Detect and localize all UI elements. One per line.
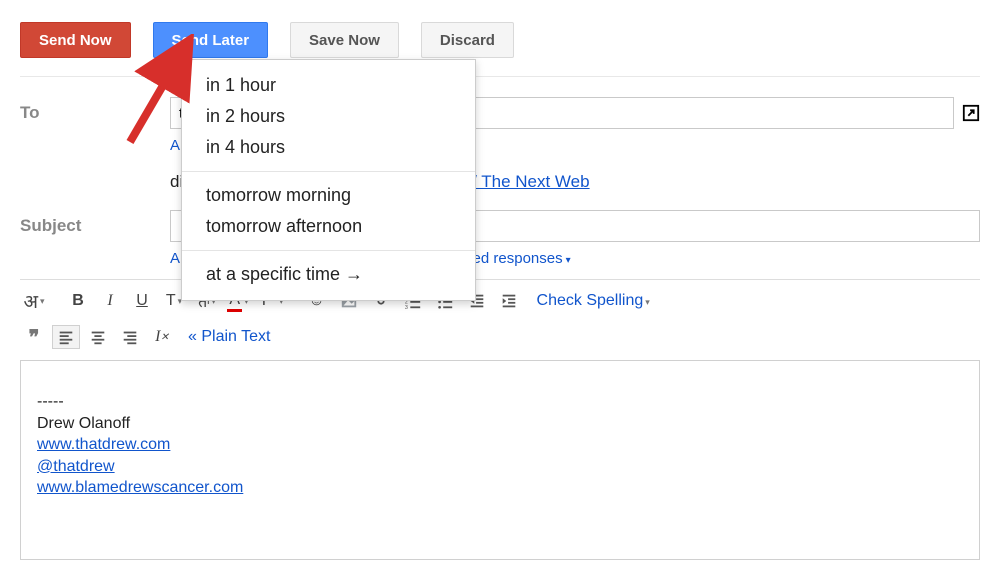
underline-button[interactable]: U [128,288,156,314]
remove-formatting-icon[interactable]: I✕ [148,324,176,350]
divider [20,76,980,77]
dd-in-2-hours[interactable]: in 2 hours [182,101,475,132]
subject-label: Subject [20,216,170,236]
signature-name: Drew Olanoff [37,413,963,435]
compose-body[interactable]: ----- Drew Olanoff www.thatdrew.com @tha… [20,360,980,560]
format-toolbar-2: ❞ I✕ « Plain Text [20,320,980,360]
dd-tomorrow-morning[interactable]: tomorrow morning [182,180,475,211]
dd-in-4-hours[interactable]: in 4 hours [182,132,475,163]
italic-button[interactable]: I [96,288,124,314]
check-spelling-link[interactable]: Check Spelling [537,292,650,310]
send-now-button[interactable]: Send Now [20,22,131,58]
discard-button[interactable]: Discard [421,22,514,58]
bold-button[interactable]: B [64,288,92,314]
compose-toolbar: Send Now Send Later Save Now Discard [0,0,1000,76]
format-toolbar: अ B I U T तT A T ☺ 123 Check Spelling [20,279,980,320]
subject-row: Subject [20,210,980,242]
dd-tomorrow-afternoon[interactable]: tomorrow afternoon [182,211,475,242]
dd-specific-time[interactable]: at a specific time → [182,259,475,290]
compose-form: To A ding: Martin Bryant Brad McCarty Ze… [0,76,1000,560]
svg-text:3: 3 [404,305,407,310]
dd-separator [182,171,475,172]
input-tools-icon[interactable]: अ [20,288,48,314]
plain-text-link[interactable]: « Plain Text [188,328,270,346]
to-label: To [20,103,170,123]
signature-dashes: ----- [37,391,963,413]
send-later-dropdown: in 1 hour in 2 hours in 4 hours tomorrow… [181,59,476,301]
dd-in-1-hour[interactable]: in 1 hour [182,70,475,101]
signature-link-2[interactable]: @thatdrew [37,458,115,475]
align-right-icon[interactable] [116,324,144,350]
to-row: To [20,97,980,129]
align-center-icon[interactable] [84,324,112,350]
signature-link-1[interactable]: www.thatdrew.com [37,436,170,453]
quote-icon[interactable]: ❞ [20,324,48,350]
subject-under-a[interactable]: A [170,250,179,267]
indent-more-icon[interactable] [495,288,523,314]
send-later-button[interactable]: Send Later [153,22,269,58]
align-left-icon[interactable] [52,325,80,349]
popout-icon[interactable] [962,104,980,122]
save-now-button[interactable]: Save Now [290,22,399,58]
dd-separator [182,250,475,251]
signature-link-3[interactable]: www.blamedrewscancer.com [37,479,243,496]
